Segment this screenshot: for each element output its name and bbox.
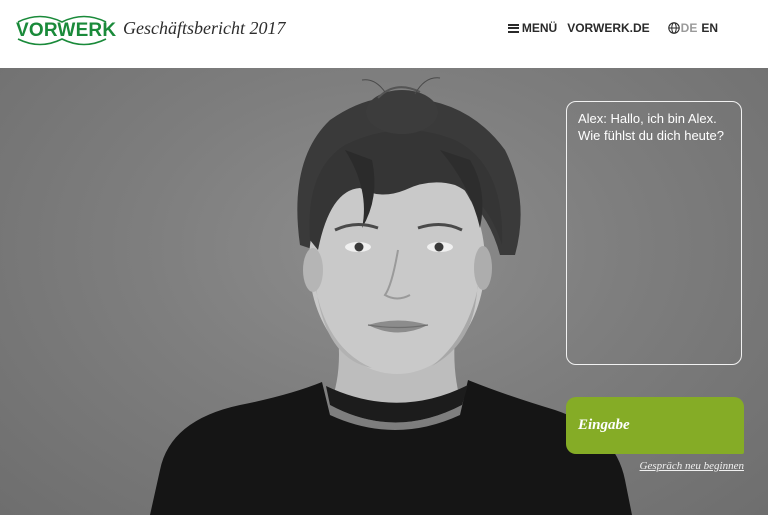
top-nav: MENÜ VORWERK.DE DE EN xyxy=(507,21,718,35)
lang-en-option[interactable]: EN xyxy=(701,21,718,35)
report-title: Geschäftsbericht 2017 xyxy=(123,18,286,38)
menu-button[interactable]: MENÜ xyxy=(507,21,558,35)
globe-icon xyxy=(667,22,680,34)
hamburger-icon xyxy=(507,23,519,33)
menu-label: MENÜ xyxy=(521,21,558,35)
vorwerk-logo[interactable]: VORWERK xyxy=(16,13,116,47)
lang-de-option[interactable]: DE xyxy=(681,21,698,35)
input-button[interactable]: Eingabe xyxy=(566,397,744,454)
chat-message-alex: Alex: Hallo, ich bin Alex. Wie fühlst du… xyxy=(578,111,724,143)
chat-transcript: Alex: Hallo, ich bin Alex. Wie fühlst du… xyxy=(566,101,742,365)
language-switcher: DE EN xyxy=(667,21,718,35)
site-header: VORWERK Geschäftsbericht 2017 MENÜ VORWE… xyxy=(0,0,768,68)
restart-conversation-link[interactable]: Gespräch neu beginnen xyxy=(640,460,744,472)
vorwerk-site-link[interactable]: VORWERK.DE xyxy=(567,21,649,35)
logo-text: VORWERK xyxy=(16,20,117,41)
